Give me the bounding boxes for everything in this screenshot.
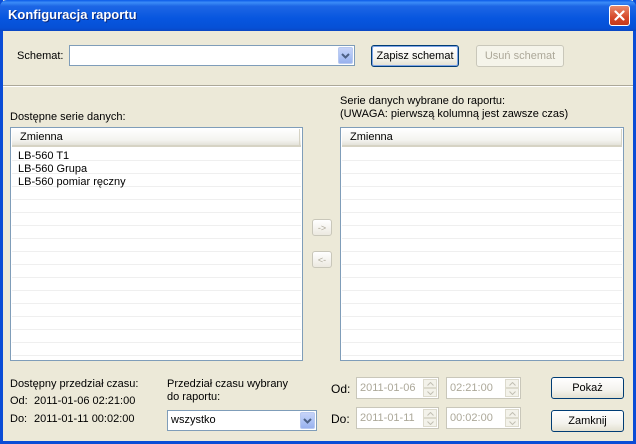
show-button[interactable]: Pokaż <box>551 377 624 399</box>
save-schema-button[interactable]: Zapisz schemat <box>371 45 459 67</box>
to-date-input[interactable]: 2011-01-11 <box>356 407 439 429</box>
from-time-up-button[interactable] <box>505 379 519 388</box>
available-from-label: Od: <box>10 395 28 407</box>
report-range-value: wszystko <box>171 414 216 426</box>
selected-column-label: Zmienna <box>350 131 393 143</box>
from-date-input[interactable]: 2011-01-06 <box>356 377 439 399</box>
remove-series-label: <- <box>317 254 327 265</box>
from-date-spinner <box>423 379 437 397</box>
available-series-list[interactable]: Zmienna LB-560 T1 LB-560 Grupa LB-560 po… <box>10 127 303 361</box>
delete-schema-button[interactable]: Usuń schemat <box>476 45 564 67</box>
chevron-up-icon <box>426 381 434 386</box>
available-to-label: Do: <box>10 413 28 425</box>
add-series-button[interactable]: -> <box>312 219 332 236</box>
from-time-input[interactable]: 02:21:00 <box>446 377 521 399</box>
chevron-up-icon <box>508 381 516 386</box>
chevron-down-icon <box>508 390 516 395</box>
to-time-input[interactable]: 00:02:00 <box>446 407 521 429</box>
from-date-value: 2011-01-06 <box>360 382 416 394</box>
to-time-spinner <box>505 409 519 427</box>
from-date-up-button[interactable] <box>423 379 437 388</box>
available-from-value: 2011-01-06 02:21:00 <box>34 395 136 407</box>
to-date-up-button[interactable] <box>423 409 437 418</box>
save-schema-label: Zapisz schemat <box>376 50 454 62</box>
window-title: Konfiguracja raportu <box>8 7 137 22</box>
report-range-title-2: do raportu: <box>167 391 221 403</box>
divider <box>3 86 633 87</box>
chevron-up-icon <box>508 411 516 416</box>
close-icon <box>614 10 625 21</box>
show-button-label: Pokaż <box>572 382 603 394</box>
selected-column-header[interactable]: Zmienna <box>342 129 622 145</box>
title-bar[interactable]: Konfiguracja raportu <box>0 0 636 31</box>
selected-series-list[interactable]: Zmienna <box>340 127 624 361</box>
chevron-up-icon <box>426 411 434 416</box>
to-date-value: 2011-01-11 <box>360 412 415 424</box>
chevron-down-icon <box>303 417 312 424</box>
to-time-up-button[interactable] <box>505 409 519 418</box>
to-time-down-button[interactable] <box>505 418 519 427</box>
to-date-spinner <box>423 409 437 427</box>
selected-list-rows <box>342 148 622 359</box>
available-column-header[interactable]: Zmienna <box>12 129 300 145</box>
available-range-title: Dostępny przedział czasu: <box>10 378 139 390</box>
chevron-down-icon <box>426 390 434 395</box>
from-time-value: 02:21:00 <box>450 382 493 394</box>
available-series-title: Dostępne serie danych: <box>10 111 126 123</box>
selected-series-title: Serie danych wybrane do raportu: <box>340 95 506 107</box>
report-range-select[interactable]: wszystko <box>167 410 317 431</box>
list-item[interactable]: LB-560 Grupa <box>18 163 87 176</box>
schema-select[interactable] <box>69 45 355 66</box>
available-to-value: 2011-01-11 00:02:00 <box>34 413 135 425</box>
to-time-value: 00:02:00 <box>450 412 493 424</box>
add-series-label: -> <box>317 222 327 233</box>
schema-dropdown-button[interactable] <box>338 47 353 64</box>
from-date-down-button[interactable] <box>423 388 437 397</box>
range-from-label: Od: <box>331 382 351 396</box>
list-item[interactable]: LB-560 T1 <box>18 150 69 163</box>
available-list-header: Zmienna <box>12 129 301 147</box>
selected-list-header: Zmienna <box>342 129 622 147</box>
available-list-rows: LB-560 T1 LB-560 Grupa LB-560 pomiar ręc… <box>12 148 301 359</box>
to-date-down-button[interactable] <box>423 418 437 427</box>
selected-series-note: (UWAGA: pierwszą kolumną jest zawsze cza… <box>340 108 569 120</box>
range-to-label: Do: <box>331 412 350 426</box>
chevron-down-icon <box>426 420 434 425</box>
schema-label: Schemat: <box>17 50 64 62</box>
delete-schema-label: Usuń schemat <box>484 50 556 62</box>
report-range-title: Przedział czasu wybrany <box>167 378 289 390</box>
report-range-dropdown-button[interactable] <box>300 412 315 429</box>
close-button[interactable]: Zamknij <box>551 410 624 432</box>
close-window-button[interactable] <box>609 5 630 26</box>
from-time-spinner <box>505 379 519 397</box>
chevron-down-icon <box>508 420 516 425</box>
remove-series-button[interactable]: <- <box>312 251 332 268</box>
from-time-down-button[interactable] <box>505 388 519 397</box>
list-item[interactable]: LB-560 pomiar ręczny <box>18 176 126 189</box>
available-column-label: Zmienna <box>20 131 63 143</box>
chevron-down-icon <box>341 52 350 59</box>
close-button-label: Zamknij <box>568 415 607 427</box>
